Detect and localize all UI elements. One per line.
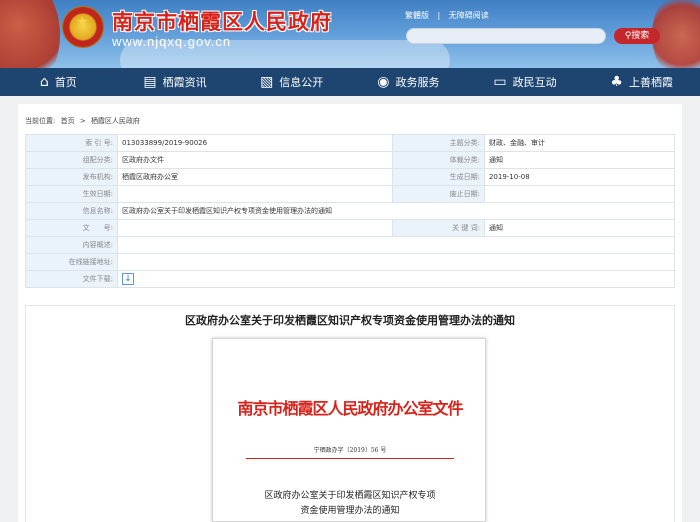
table-row: 内容概述: xyxy=(25,236,675,254)
table-row: 信息名称: 区政府办公室关于印发栖霞区知识产权专项资金使用管理办法的通知 xyxy=(25,202,675,220)
publisher-value: 栖霞区政府办公室 xyxy=(117,168,393,186)
site-header: ★ 南京市栖霞区人民政府 www.njqxq.gov.cn 繁體版 | 无障碍阅… xyxy=(0,0,700,68)
breadcrumb-separator: > xyxy=(79,117,86,125)
nav-label: 栖霞资讯 xyxy=(162,76,207,89)
topic-label: 主题分类: xyxy=(391,134,485,152)
lantern-decoration xyxy=(0,0,60,68)
nav-item-info-disclosure[interactable]: ▧ 信息公开 xyxy=(233,68,350,96)
nav-item-qixia[interactable]: ♣ 上善栖霞 xyxy=(583,68,700,96)
table-row: 在线链接地址: xyxy=(25,253,675,271)
search-button[interactable]: ⚲搜索 xyxy=(614,28,660,44)
nav-label: 首页 xyxy=(54,76,77,89)
summary-value xyxy=(117,236,675,254)
table-row: 发布机构: 栖霞区政府办公室 生成日期: 2019-10-08 xyxy=(25,168,676,186)
document-icon: ▧ xyxy=(260,74,274,90)
effective-date-value xyxy=(117,185,393,203)
created-date-label: 生成日期: xyxy=(391,168,485,186)
paper-red-header: 南京市栖霞区人民政府办公室文件 xyxy=(237,399,463,418)
table-row: 组配分类: 区政府办文件 体裁分类: 通知 xyxy=(25,151,676,169)
topic-value: 财政、金融、审计 xyxy=(483,134,676,152)
search-input[interactable] xyxy=(406,28,606,44)
doc-number-label: 文 号: xyxy=(25,219,118,237)
nav-label: 政务服务 xyxy=(395,76,440,89)
paper-doc-number: 宁栖政办字〔2019〕56 号 xyxy=(313,447,387,454)
genre-value: 通知 xyxy=(483,151,676,169)
created-date-value: 2019-10-08 xyxy=(483,168,676,186)
paper-title-line: 区政府办公室关于印发栖霞区知识产权专项 xyxy=(264,491,436,501)
nav-item-home[interactable]: ⌂ 首页 xyxy=(0,68,117,96)
org-category-label: 组配分类: xyxy=(25,151,118,169)
nav-label: 政民互动 xyxy=(512,76,557,89)
nav-item-gov-service[interactable]: ◉ 政务服务 xyxy=(350,68,467,96)
info-table: 索 引 号: 013033899/2019-90026 主题分类: 财政、金融、… xyxy=(25,134,676,288)
org-category-value: 区政府办文件 xyxy=(117,151,393,169)
search-button-label: 搜索 xyxy=(631,31,650,41)
nav-label: 上善栖霞 xyxy=(628,76,673,89)
index-value: 013033899/2019-90026 xyxy=(117,134,393,152)
site-url: www.njqxq.gov.cn xyxy=(112,34,232,49)
breadcrumb: 当前位置: 首页 > 栖霞区人民政府 xyxy=(25,116,143,126)
document-title: 区政府办公室关于印发栖霞区知识产权专项资金使用管理办法的通知 xyxy=(185,314,515,327)
info-title-label: 信息名称: xyxy=(25,202,118,220)
online-link-value xyxy=(117,253,675,271)
breadcrumb-current-link[interactable]: 栖霞区人民政府 xyxy=(91,117,140,125)
nav-label: 信息公开 xyxy=(279,76,324,89)
index-label: 索 引 号: xyxy=(25,134,118,152)
leaf-icon: ♣ xyxy=(610,74,623,90)
breadcrumb-prefix: 当前位置: xyxy=(25,117,56,125)
info-title-value: 区政府办公室关于印发栖霞区知识产权专项资金使用管理办法的通知 xyxy=(117,202,675,220)
keywords-value: 通知 xyxy=(483,219,676,237)
national-emblem-icon: ★ xyxy=(62,6,104,48)
summary-label: 内容概述: xyxy=(25,236,118,254)
effective-date-label: 生效日期: xyxy=(25,185,118,203)
document-page-image: 南京市栖霞区人民政府办公室文件 宁栖政办字〔2019〕56 号 区政府办公室关于… xyxy=(212,338,486,522)
nav-item-news[interactable]: ▤ 栖霞资讯 xyxy=(117,68,234,96)
accessible-reading-link[interactable]: 无障碍阅读 xyxy=(449,11,489,20)
nav-item-interaction[interactable]: ▭ 政民互动 xyxy=(467,68,584,96)
table-row: 文件下载: ↓ xyxy=(25,270,675,288)
paper-title-line: 资金使用管理办法的通知 xyxy=(300,506,400,516)
site-name[interactable]: 南京市栖霞区人民政府 xyxy=(112,6,332,36)
red-divider-line xyxy=(246,458,454,459)
online-link-label: 在线链接地址: xyxy=(25,253,118,271)
service-icon: ◉ xyxy=(377,74,390,90)
doc-number-value xyxy=(117,219,393,237)
download-cell: ↓ xyxy=(117,270,675,288)
chat-icon: ▭ xyxy=(493,74,507,90)
download-icon[interactable]: ↓ xyxy=(122,273,134,285)
breadcrumb-home-link[interactable]: 首页 xyxy=(61,117,75,125)
table-row: 索 引 号: 013033899/2019-90026 主题分类: 财政、金融、… xyxy=(25,134,676,152)
separator: | xyxy=(437,11,441,20)
abolish-date-label: 废止日期: xyxy=(391,185,485,203)
table-row: 文 号: 关 键 词: 通知 xyxy=(25,219,676,237)
keywords-label: 关 键 词: xyxy=(391,219,485,237)
publisher-label: 发布机构: xyxy=(25,168,118,186)
download-label: 文件下载: xyxy=(25,270,118,288)
news-icon: ▤ xyxy=(143,74,157,90)
main-nav: ⌂ 首页 ▤ 栖霞资讯 ▧ 信息公开 ◉ 政务服务 ▭ 政民互动 ♣ 上善栖霞 xyxy=(0,68,700,96)
abolish-date-value xyxy=(483,185,676,203)
traditional-chinese-link[interactable]: 繁體版 xyxy=(405,11,429,20)
genre-label: 体裁分类: xyxy=(391,151,485,169)
home-icon: ⌂ xyxy=(39,74,49,90)
top-links: 繁體版 | 无障碍阅读 xyxy=(405,10,495,21)
table-row: 生效日期: 废止日期: xyxy=(25,185,676,203)
